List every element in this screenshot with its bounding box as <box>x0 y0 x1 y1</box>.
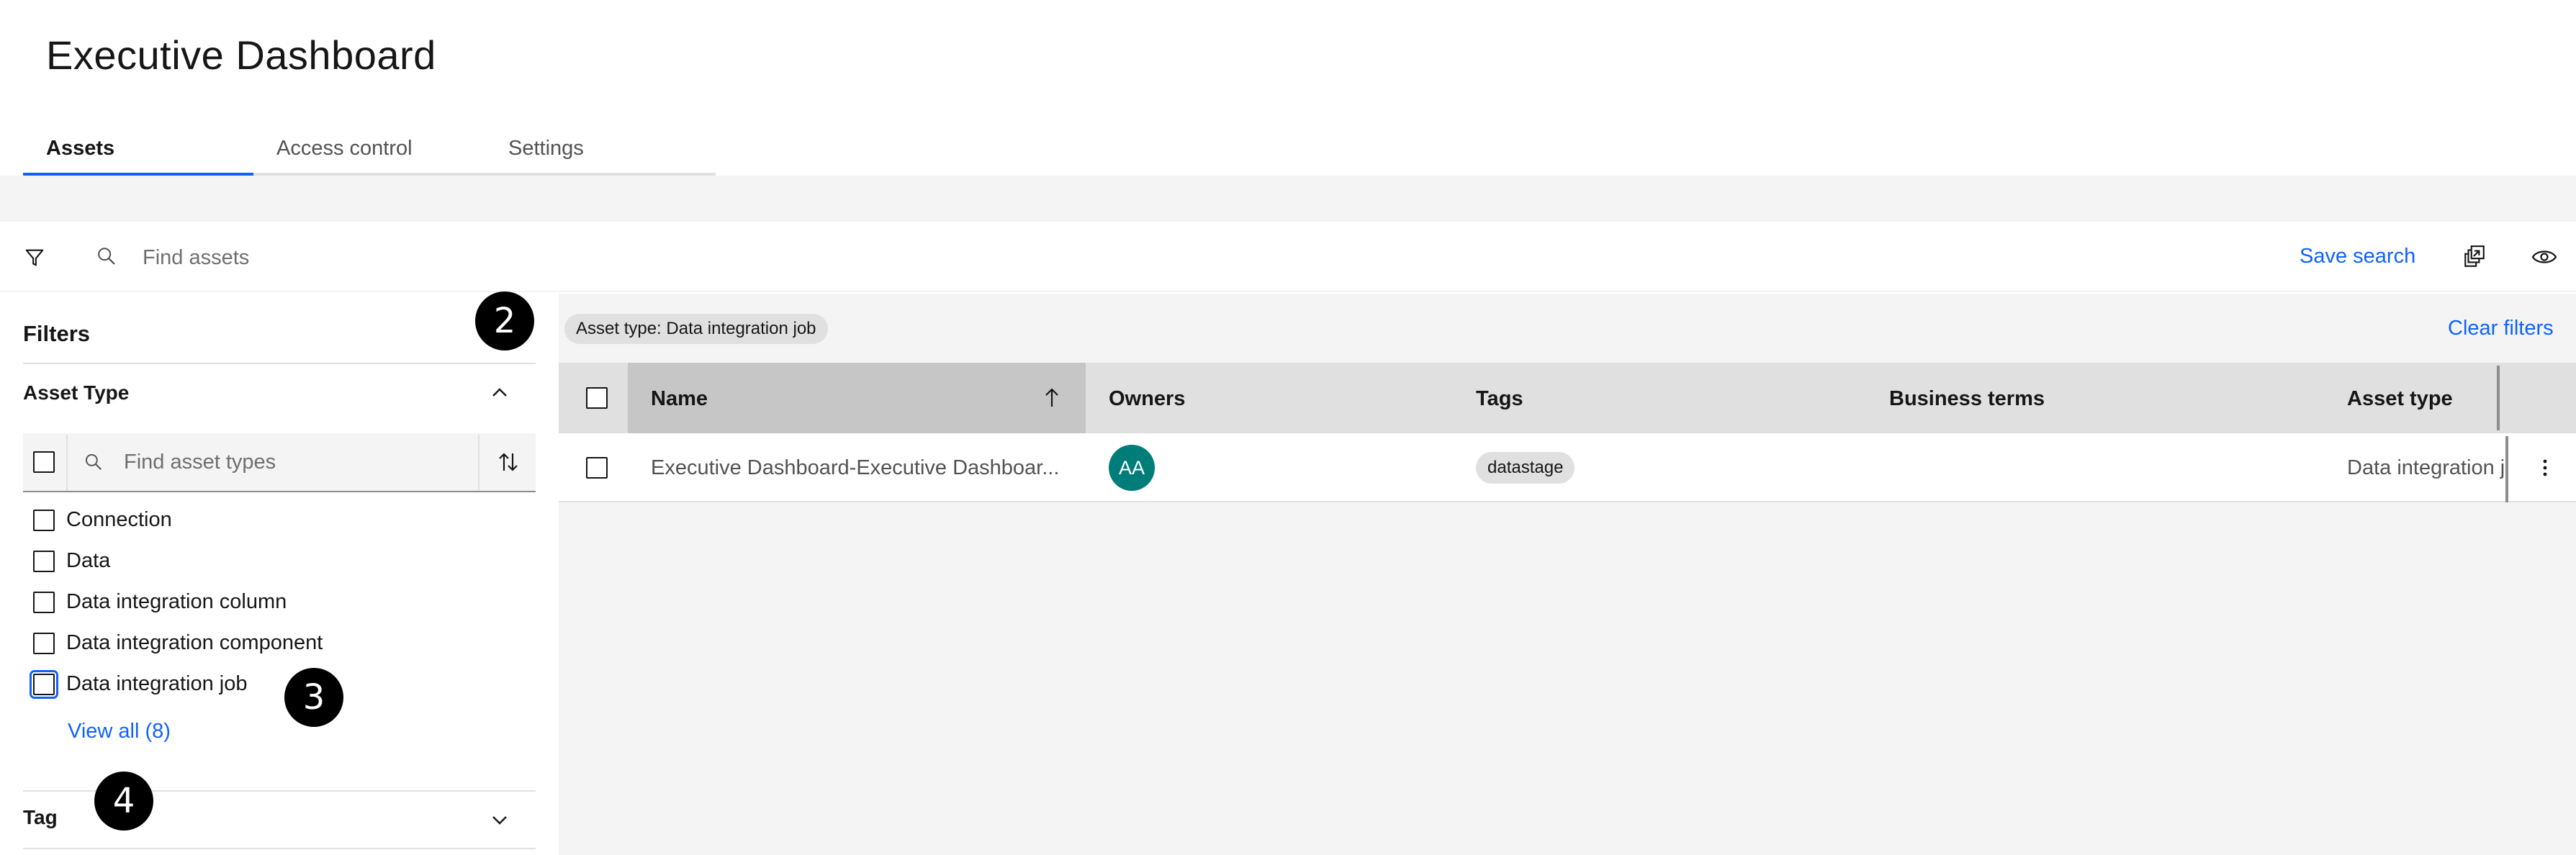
tab-access-control[interactable]: Access control <box>253 124 485 176</box>
checkbox[interactable] <box>33 591 55 613</box>
search-icon <box>82 451 105 474</box>
asset-search-input[interactable] <box>143 245 647 271</box>
tag-chip: datastage <box>1476 452 1575 484</box>
row-checkbox[interactable] <box>586 457 608 479</box>
clear-filters-link[interactable]: Clear filters <box>2448 317 2554 340</box>
column-header-owners[interactable]: Owners <box>1109 387 1185 411</box>
tab-settings-label: Settings <box>508 136 584 160</box>
option-label: Connection <box>66 508 172 531</box>
view-all-asset-types-link[interactable]: View all (8) <box>68 720 171 743</box>
avatar: AA <box>1109 445 1155 491</box>
column-header-business-terms[interactable]: Business terms <box>1889 387 2045 411</box>
search-icon <box>94 243 120 269</box>
header-divider-band <box>0 176 2576 222</box>
asset-type-option-data-integration-column[interactable]: Data integration column <box>33 590 287 614</box>
filter-icon[interactable] <box>22 245 48 271</box>
sort-icon[interactable] <box>495 449 521 475</box>
column-resize-handle[interactable] <box>2497 366 2500 430</box>
save-search-link[interactable]: Save search <box>2300 245 2415 268</box>
tab-access-control-label: Access control <box>276 136 413 160</box>
eye-icon[interactable] <box>2530 245 2559 269</box>
select-all-rows-checkbox[interactable] <box>586 387 608 409</box>
tag-heading[interactable]: Tag <box>23 806 58 829</box>
divider <box>23 363 536 364</box>
option-label: Data integration component <box>66 631 323 654</box>
active-filter-chip[interactable]: Asset type: Data integration job <box>564 314 828 344</box>
tab-bar: Assets Access control Settings <box>23 124 716 176</box>
checkbox[interactable] <box>30 669 58 699</box>
callout-marker: 2 <box>475 291 534 350</box>
chevron-down-icon[interactable] <box>487 809 513 831</box>
option-label: Data <box>66 549 111 572</box>
asset-type-cell: Data integration job <box>2347 456 2505 479</box>
column-header-name[interactable]: Name <box>651 387 708 411</box>
arrow-up-icon[interactable] <box>1041 386 1063 409</box>
asset-type-heading[interactable]: Asset Type <box>23 381 129 404</box>
checkbox[interactable] <box>33 550 55 572</box>
asset-name-link[interactable]: Executive Dashboard-Executive Dashboar..… <box>651 456 1059 480</box>
chevron-up-icon[interactable] <box>487 381 513 403</box>
tab-assets[interactable]: Assets <box>23 124 253 176</box>
divider <box>66 435 68 491</box>
page-title: Executive Dashboard <box>46 32 436 78</box>
filters-title: Filters <box>23 321 91 346</box>
column-header-asset-type[interactable]: Asset type <box>2347 387 2453 411</box>
asset-type-option-data[interactable]: Data <box>33 549 110 573</box>
asset-type-option-connection[interactable]: Connection <box>33 508 172 532</box>
asset-type-option-data-integration-job[interactable]: Data integration job <box>30 669 248 699</box>
asset-type-search-input[interactable] <box>124 451 469 474</box>
option-label: Data integration column <box>66 590 287 613</box>
tab-assets-label: Assets <box>46 136 115 160</box>
divider <box>478 435 479 491</box>
tab-settings[interactable]: Settings <box>485 124 716 176</box>
column-divider <box>2505 436 2508 502</box>
column-header-tags[interactable]: Tags <box>1476 387 1523 411</box>
checkbox[interactable] <box>33 632 55 654</box>
select-all-asset-types-checkbox[interactable] <box>33 451 55 473</box>
overflow-menu-icon[interactable] <box>2534 455 2556 481</box>
checkbox[interactable] <box>33 509 55 531</box>
option-label: Data integration job <box>66 672 248 695</box>
divider <box>23 848 536 849</box>
asset-type-option-data-integration-component[interactable]: Data integration component <box>33 631 323 655</box>
callout-marker: 3 <box>284 668 343 727</box>
callout-marker: 4 <box>94 772 153 831</box>
export-icon[interactable] <box>2461 243 2488 271</box>
